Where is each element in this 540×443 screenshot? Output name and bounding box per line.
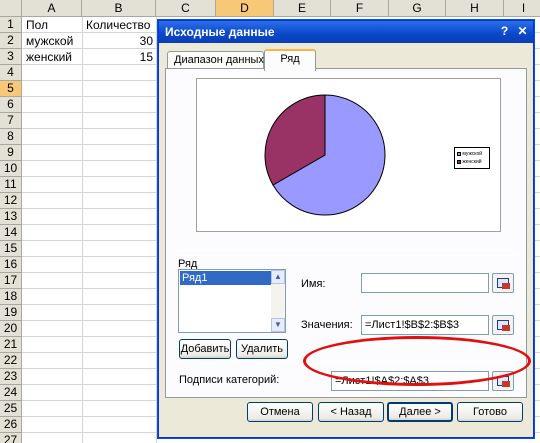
cell-b2[interactable]: 30 bbox=[82, 33, 155, 49]
row-header[interactable]: 7 bbox=[0, 113, 22, 129]
column-header-a[interactable]: A bbox=[22, 0, 82, 17]
row-header[interactable]: 3 bbox=[0, 49, 22, 65]
row-header[interactable]: 5 bbox=[0, 81, 22, 97]
column-header-d[interactable]: D bbox=[216, 0, 274, 17]
row-header[interactable]: 4 bbox=[0, 65, 22, 81]
row-header[interactable]: 9 bbox=[0, 145, 22, 161]
column-header-f[interactable]: F bbox=[331, 0, 389, 17]
row-header[interactable]: 16 bbox=[0, 257, 22, 273]
row-header[interactable]: 27 bbox=[0, 433, 22, 443]
scroll-up-icon[interactable]: ▲ bbox=[271, 270, 285, 284]
legend-swatch bbox=[457, 151, 461, 156]
chart-legend: мужской женский bbox=[454, 147, 490, 169]
row-header[interactable]: 6 bbox=[0, 97, 22, 113]
dialog-title-bar[interactable]: Исходные данные bbox=[159, 21, 533, 43]
column-header-c[interactable]: C bbox=[156, 0, 216, 17]
row-header[interactable]: 15 bbox=[0, 241, 22, 257]
listbox-scrollbar[interactable]: ▲ ▼ bbox=[271, 270, 285, 332]
series-list-item[interactable]: Ряд1 bbox=[180, 271, 271, 285]
back-button[interactable]: < Назад bbox=[318, 402, 384, 422]
values-field[interactable]: =Лист1!$B$2:$B$3 bbox=[361, 315, 489, 335]
row-header[interactable]: 18 bbox=[0, 289, 22, 305]
cell-b1[interactable]: Количество bbox=[84, 17, 156, 33]
row-header[interactable]: 22 bbox=[0, 353, 22, 369]
row-header[interactable]: 21 bbox=[0, 337, 22, 353]
divider bbox=[176, 255, 517, 256]
row-header[interactable]: 13 bbox=[0, 209, 22, 225]
row-header[interactable]: 2 bbox=[0, 33, 22, 49]
tab-series[interactable]: Ряд bbox=[264, 49, 316, 71]
row-header[interactable]: 14 bbox=[0, 225, 22, 241]
cancel-button[interactable]: Отмена bbox=[247, 402, 313, 422]
legend-swatch bbox=[457, 159, 461, 164]
series-listbox[interactable]: Ряд1 ▲ ▼ bbox=[178, 269, 286, 333]
row-header[interactable]: 20 bbox=[0, 321, 22, 337]
row-header[interactable]: 12 bbox=[0, 193, 22, 209]
column-header-b[interactable]: B bbox=[82, 0, 156, 17]
cell-a3[interactable]: женский bbox=[24, 49, 82, 65]
legend-entry: мужской bbox=[462, 151, 483, 157]
row-header[interactable]: 17 bbox=[0, 273, 22, 289]
close-icon[interactable]: ✕ bbox=[515, 24, 530, 39]
name-label: Имя: bbox=[301, 278, 326, 290]
delete-series-button[interactable]: Удалить bbox=[236, 339, 288, 359]
column-header-i[interactable]: I bbox=[504, 0, 540, 17]
row-header[interactable]: 24 bbox=[0, 385, 22, 401]
row-header[interactable]: 11 bbox=[0, 177, 22, 193]
range-select-icon[interactable] bbox=[492, 273, 514, 293]
row-header[interactable]: 19 bbox=[0, 305, 22, 321]
scroll-down-icon[interactable]: ▼ bbox=[271, 318, 285, 332]
next-button[interactable]: Далее > bbox=[387, 402, 453, 422]
help-icon[interactable]: ? bbox=[497, 24, 512, 39]
highlight-ellipse bbox=[303, 336, 531, 386]
cell-a2[interactable]: мужской bbox=[24, 33, 82, 49]
row-header[interactable]: 26 bbox=[0, 417, 22, 433]
column-header-g[interactable]: G bbox=[389, 0, 446, 17]
row-header[interactable]: 25 bbox=[0, 401, 22, 417]
finish-button[interactable]: Готово bbox=[457, 402, 523, 422]
select-all-corner[interactable] bbox=[0, 0, 22, 17]
values-label: Значения: bbox=[301, 319, 353, 331]
chart-preview: мужской женский bbox=[196, 78, 501, 232]
category-labels-label: Подписи категорий: bbox=[179, 374, 280, 386]
legend-entry: женский bbox=[462, 159, 482, 165]
add-series-button[interactable]: Добавить bbox=[179, 339, 231, 359]
row-header[interactable]: 23 bbox=[0, 369, 22, 385]
name-field[interactable] bbox=[361, 273, 489, 293]
row-header[interactable]: 8 bbox=[0, 129, 22, 145]
range-select-icon[interactable] bbox=[492, 315, 514, 335]
row-header[interactable]: 10 bbox=[0, 161, 22, 177]
column-header-h[interactable]: H bbox=[446, 0, 504, 17]
row-header[interactable]: 1 bbox=[0, 17, 22, 33]
dialog-title: Исходные данные bbox=[165, 25, 275, 39]
column-header-e[interactable]: E bbox=[274, 0, 331, 17]
cell-a1[interactable]: Пол bbox=[24, 17, 82, 33]
cell-b3[interactable]: 15 bbox=[82, 49, 155, 65]
